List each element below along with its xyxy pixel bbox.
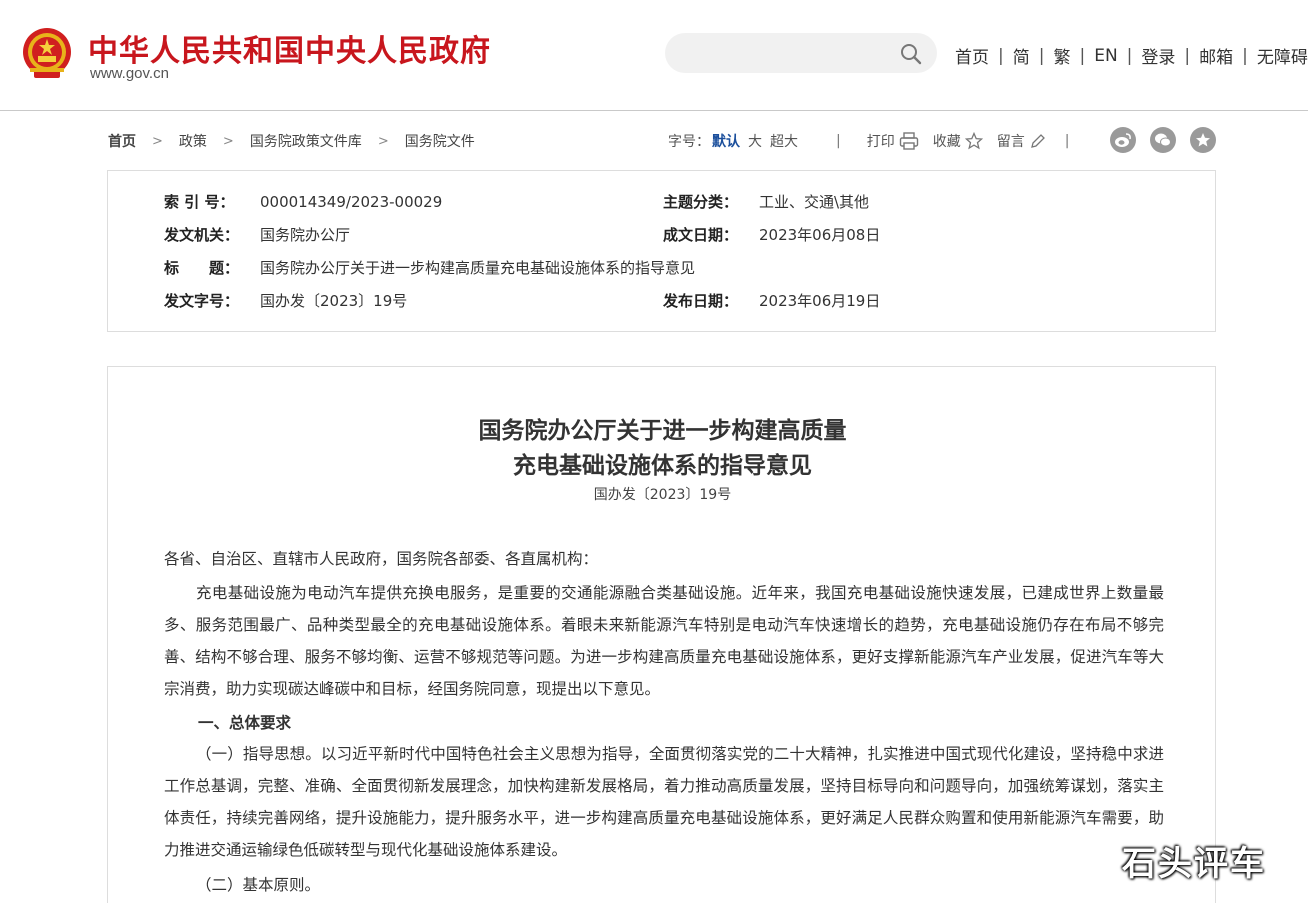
site-header: 中华人民共和国中央人民政府 www.gov.cn 首页 | 简 | 繁 | EN | 登… [0, 0, 1308, 111]
meta-doc-no: 发文字号： 国办发〔2023〕19号 [164, 290, 407, 311]
nav-separator: | [1242, 45, 1248, 66]
nav-home[interactable]: 首页 [955, 43, 989, 68]
watermark: 石头评车 [1122, 844, 1266, 884]
nav-separator: | [1184, 45, 1191, 66]
meta-value: 工业、交通\其他 [759, 193, 870, 211]
nav-separator: | [998, 45, 1004, 66]
pencil-icon [1030, 134, 1045, 148]
meta-value: 000014349/2023-00029 [260, 193, 443, 211]
meta-value: 国务院办公厅关于进一步构建高质量充电基础设施体系的指导意见 [260, 259, 696, 277]
search-input[interactable] [665, 33, 937, 73]
font-size-xlarge[interactable]: 超大 [770, 131, 798, 151]
article-paragraph: （二）基本原则。 [196, 876, 321, 894]
font-size-default[interactable]: 默认 [712, 131, 740, 151]
nav-accessibility[interactable]: 无障碍 [1257, 43, 1308, 68]
nav-mail[interactable]: 邮箱 [1199, 43, 1233, 68]
comment-button[interactable]: 留言 [997, 131, 1047, 151]
font-size-label: 字号： [668, 134, 710, 150]
meta-category: 主题分类： 工业、交通\其他 [663, 191, 869, 212]
article-title-line2: 充电基础设施体系的指导意见 [513, 452, 812, 479]
chevron-right-icon: > [222, 133, 234, 149]
article-tools: 字号： 默认 大 超大 | 打印 收藏 留言 | [668, 131, 1069, 151]
breadcrumb-policy[interactable]: 政策 [179, 131, 207, 151]
meta-value: 2023年06月08日 [759, 226, 881, 244]
print-button[interactable]: 打印 [867, 131, 919, 151]
meta-written-date: 成文日期： 2023年06月08日 [663, 224, 880, 245]
divider: | [1064, 133, 1070, 149]
divider: | [836, 133, 841, 149]
print-label: 打印 [866, 134, 895, 150]
meta-label: 标 题： [164, 259, 240, 277]
meta-label: 发布日期： [663, 292, 739, 310]
search-icon[interactable] [899, 42, 923, 66]
weibo-icon [1115, 133, 1131, 147]
nav-english[interactable]: EN [1094, 46, 1117, 66]
article-paragraph: （一）指导思想。以习近平新时代中国特色社会主义思想为指导，全面贯彻落实党的二十大… [164, 745, 1164, 859]
nav-traditional[interactable]: 繁 [1053, 43, 1070, 68]
wechat-share-button[interactable] [1150, 127, 1176, 153]
nav-simplified[interactable]: 简 [1013, 43, 1030, 68]
favorite-label: 收藏 [932, 134, 961, 150]
chevron-right-icon: > [377, 133, 389, 149]
wechat-icon [1155, 133, 1171, 147]
meta-label: 发文字号： [164, 292, 240, 310]
nav-separator: | [1079, 45, 1086, 66]
article-intro-paragraph: 充电基础设施为电动汽车提供充换电服务，是重要的交通能源融合类基础设施。近年来，我… [164, 584, 1164, 698]
comment-label: 留言 [996, 134, 1025, 150]
meta-label: 成文日期： [663, 226, 739, 244]
nav-separator: | [1126, 45, 1133, 66]
meta-value: 国办发〔2023〕19号 [260, 292, 408, 310]
top-nav: 首页 | 简 | 繁 | EN | 登录 | 邮箱 | 无障碍 [955, 43, 1308, 69]
meta-title: 标 题： 国务院办公厅关于进一步构建高质量充电基础设施体系的指导意见 [164, 257, 695, 278]
national-emblem-icon[interactable] [20, 26, 74, 82]
meta-value: 2023年06月19日 [759, 292, 881, 310]
article-title-line1: 国务院办公厅关于进一步构建高质量 [478, 417, 847, 444]
favorite-button[interactable]: 收藏 [933, 131, 983, 151]
breadcrumb: 首页 > 政策 > 国务院政策文件库 > 国务院文件 [108, 131, 475, 151]
article-body: 国务院办公厅关于进一步构建高质量 充电基础设施体系的指导意见 国办发〔2023〕… [107, 366, 1216, 903]
star-icon [964, 132, 983, 150]
site-title[interactable]: 中华人民共和国中央人民政府 [88, 26, 491, 70]
weibo-share-button[interactable] [1110, 127, 1136, 153]
meta-publish-date: 发布日期： 2023年06月19日 [663, 290, 880, 311]
article-salutation: 各省、自治区、直辖市人民政府，国务院各部委、各直属机构： [164, 550, 599, 568]
document-metadata: 索 引 号： 000014349/2023-00029 主题分类： 工业、交通\其他… [107, 170, 1216, 332]
meta-label: 发文机关： [164, 226, 240, 244]
printer-icon [899, 132, 918, 150]
meta-label: 主题分类： [663, 193, 739, 211]
chevron-right-icon: > [152, 133, 163, 149]
nav-separator: | [1038, 45, 1045, 66]
favorites-share-button[interactable] [1190, 127, 1216, 153]
article-doc-no: 国办发〔2023〕19号 [593, 487, 732, 503]
breadcrumb-policy-library[interactable]: 国务院政策文件库 [250, 131, 362, 151]
nav-login[interactable]: 登录 [1141, 43, 1175, 68]
font-size-large[interactable]: 大 [748, 131, 762, 151]
meta-index-no: 索 引 号： 000014349/2023-00029 [164, 191, 442, 212]
meta-issuer: 发文机关： 国务院办公厅 [164, 224, 350, 245]
site-domain: www.gov.cn [90, 65, 169, 82]
breadcrumb-state-council-docs[interactable]: 国务院文件 [405, 131, 475, 151]
breadcrumb-home[interactable]: 首页 [108, 131, 136, 151]
star-icon [1196, 133, 1210, 147]
meta-value: 国务院办公厅 [260, 226, 351, 244]
meta-label: 索 引 号： [164, 193, 235, 211]
section-heading: 一、总体要求 [198, 714, 292, 732]
